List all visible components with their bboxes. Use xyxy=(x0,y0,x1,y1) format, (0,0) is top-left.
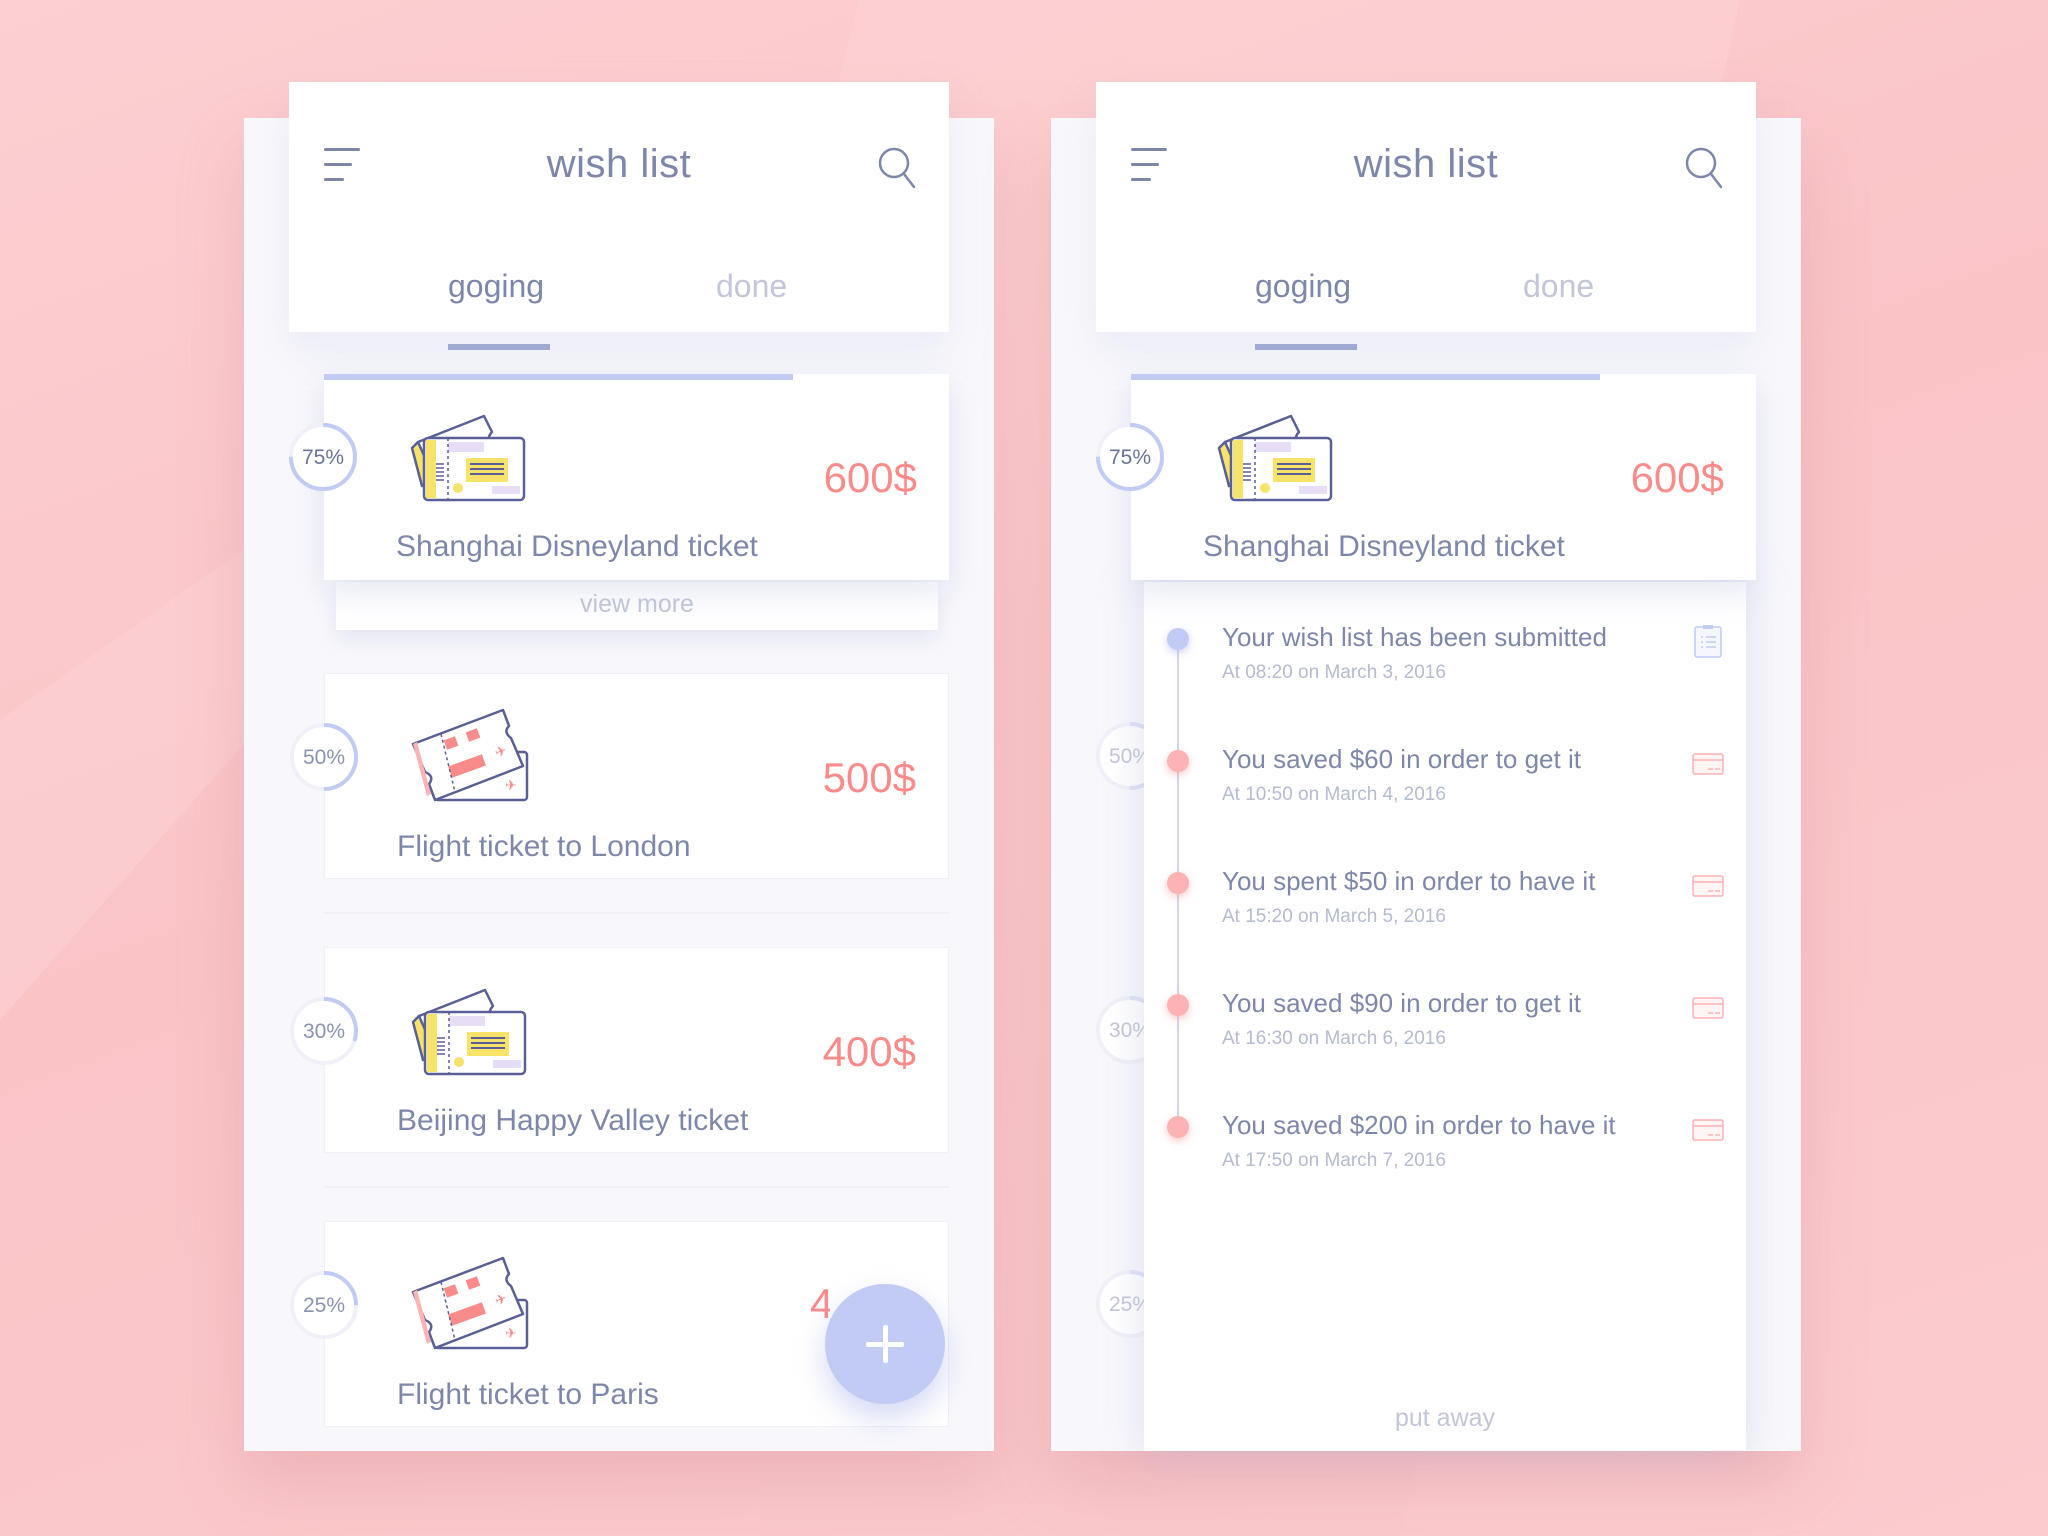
progress-bar xyxy=(324,374,793,380)
tab-bar: goging done xyxy=(1096,268,1756,350)
timeline-dot xyxy=(1167,628,1189,650)
timeline-dot xyxy=(1167,750,1189,772)
progress-percent: 50% xyxy=(302,746,346,769)
active-tab-indicator xyxy=(448,344,550,350)
timeline-text: You saved $200 in order to have it xyxy=(1222,1110,1616,1140)
credit-card-icon[interactable] xyxy=(1692,868,1724,902)
theme-park-ticket-icon xyxy=(405,982,535,1078)
progress-percent: 25% xyxy=(302,1294,346,1317)
divider xyxy=(324,1186,949,1188)
app-header: wish list goging done xyxy=(1096,82,1756,350)
timeline-time: At 10:50 on March 4, 2016 xyxy=(1222,784,1446,805)
item-price: 400$ xyxy=(822,1028,916,1075)
tab-done[interactable]: done xyxy=(1523,268,1594,305)
item-name: Flight ticket to London xyxy=(397,830,691,863)
timeline-time: At 17:50 on March 7, 2016 xyxy=(1222,1150,1446,1171)
progress-circle: 25% xyxy=(289,1270,359,1340)
divider xyxy=(324,912,949,914)
progress-percent: 75% xyxy=(1108,446,1152,469)
tab-goging[interactable]: goging xyxy=(1255,268,1351,305)
credit-card-icon[interactable] xyxy=(1692,990,1724,1024)
add-wish-button[interactable] xyxy=(825,1284,945,1404)
wish-list-screen-detail: wish list goging done 50% 30% 25% Your w… xyxy=(1051,82,1801,1451)
theme-park-ticket-icon xyxy=(404,408,534,504)
progress-circle: 30% xyxy=(289,996,359,1066)
tab-done[interactable]: done xyxy=(716,268,787,305)
timeline-time: At 08:20 on March 3, 2016 xyxy=(1222,662,1446,683)
credit-card-icon[interactable] xyxy=(1692,1112,1724,1146)
item-price-partial: 4 xyxy=(810,1280,830,1320)
wish-list-screen-list: wish list goging done view more 75% 600$… xyxy=(244,82,994,1451)
page-title: wish list xyxy=(1353,142,1499,186)
timeline-item: You saved $60 in order to get it At 10:5… xyxy=(1144,744,1746,824)
timeline-item: You saved $90 in order to get it At 16:3… xyxy=(1144,988,1746,1068)
timeline-time: At 16:30 on March 6, 2016 xyxy=(1222,1028,1446,1049)
view-more-button[interactable]: view more xyxy=(336,582,938,630)
wish-item-card[interactable]: 30% 400$ Beijing Happy Valley ticket xyxy=(290,947,949,1153)
timeline-text: Your wish list has been submitted xyxy=(1222,622,1607,652)
item-name: Flight ticket to Paris xyxy=(397,1378,659,1411)
item-name: Shanghai Disneyland ticket xyxy=(396,530,758,563)
item-price: 600$ xyxy=(1630,454,1724,501)
wish-item-card-expanded[interactable]: 75% 600$ Shanghai Disneyland ticket xyxy=(1096,374,1756,580)
app-header: wish list goging done xyxy=(289,82,949,350)
timeline-dot xyxy=(1167,994,1189,1016)
progress-percent: 75% xyxy=(301,446,345,469)
item-price: 500$ xyxy=(822,754,916,801)
progress-bar xyxy=(1131,374,1600,380)
put-away-button[interactable]: put away xyxy=(1144,1404,1746,1433)
timeline-text: You saved $60 in order to get it xyxy=(1222,744,1581,774)
timeline-text: You saved $90 in order to get it xyxy=(1222,988,1581,1018)
progress-percent: 30% xyxy=(302,1020,346,1043)
tab-bar: goging done xyxy=(289,268,949,350)
clipboard-icon[interactable] xyxy=(1692,624,1724,658)
progress-circle: 50% xyxy=(289,722,359,792)
item-price: 600$ xyxy=(823,454,917,501)
theme-park-ticket-icon xyxy=(1211,408,1341,504)
tab-goging[interactable]: goging xyxy=(448,268,544,305)
credit-card-icon[interactable] xyxy=(1692,746,1724,780)
timeline-item: Your wish list has been submitted At 08:… xyxy=(1144,622,1746,702)
timeline-text: You spent $50 in order to have it xyxy=(1222,866,1596,896)
timeline-item: You saved $200 in order to have it At 17… xyxy=(1144,1110,1746,1190)
active-tab-indicator xyxy=(1255,344,1357,350)
progress-circle: 75% xyxy=(1095,422,1165,492)
svg-text:✈: ✈ xyxy=(505,1325,517,1341)
item-name: Shanghai Disneyland ticket xyxy=(1203,530,1565,563)
timeline-dot xyxy=(1167,1116,1189,1138)
progress-circle: 75% xyxy=(288,422,358,492)
search-icon[interactable] xyxy=(1684,146,1724,190)
wish-item-card[interactable]: 75% 600$ Shanghai Disneyland ticket xyxy=(289,374,949,580)
wish-item-card[interactable]: 50% ✈ ✈ 500$ Flight ticket to London xyxy=(290,673,949,879)
timeline-sheet: Your wish list has been submitted At 08:… xyxy=(1144,582,1746,1451)
flight-ticket-icon: ✈ ✈ xyxy=(405,708,535,804)
item-name: Beijing Happy Valley ticket xyxy=(397,1104,749,1137)
flight-ticket-icon: ✈ ✈ xyxy=(405,1256,535,1352)
timeline-time: At 15:20 on March 5, 2016 xyxy=(1222,906,1446,927)
svg-text:✈: ✈ xyxy=(505,777,517,793)
page-title: wish list xyxy=(546,142,692,186)
timeline-dot xyxy=(1167,872,1189,894)
search-icon[interactable] xyxy=(877,146,917,190)
timeline-item: You spent $50 in order to have it At 15:… xyxy=(1144,866,1746,946)
